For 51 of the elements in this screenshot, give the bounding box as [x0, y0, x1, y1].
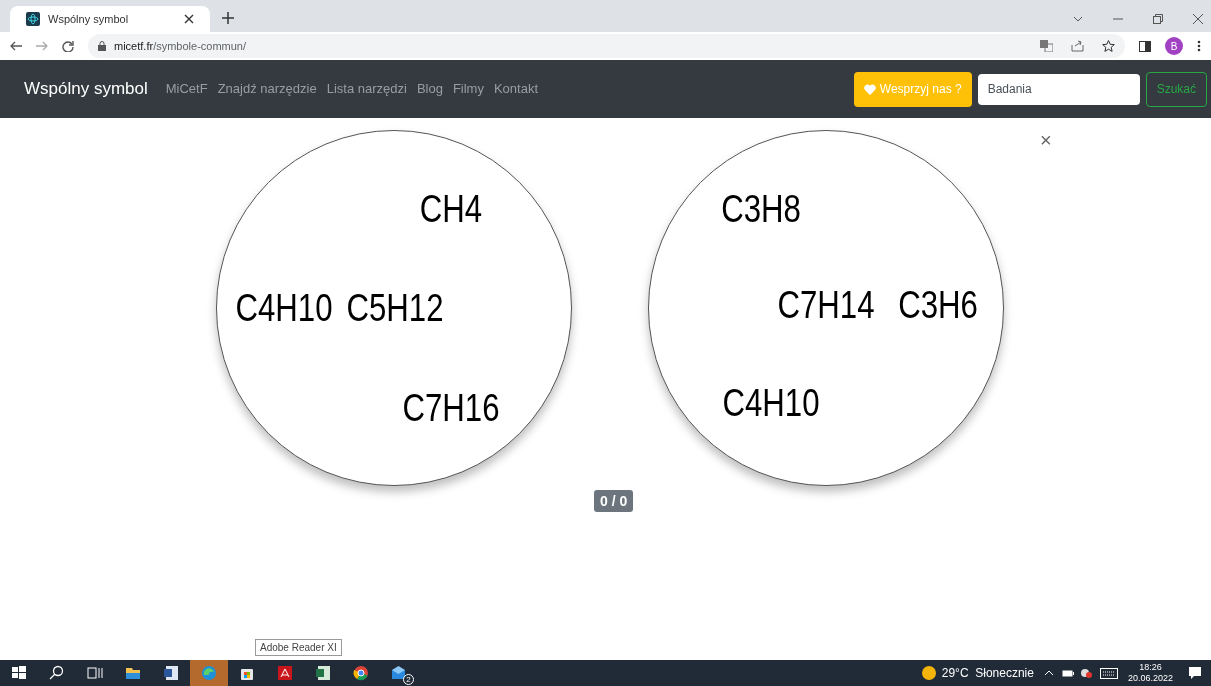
search-field[interactable]: Badania [977, 73, 1140, 105]
close-icon[interactable] [184, 14, 194, 24]
keyboard-icon[interactable] [1099, 667, 1118, 679]
back-arrow-icon[interactable] [10, 41, 22, 51]
chevron-up-icon[interactable] [1043, 670, 1054, 676]
symbol-text[interactable]: C3H8 [721, 189, 801, 229]
notification-icon[interactable] [1189, 667, 1201, 679]
url-text: micetf.fr/symbole-commun/ [114, 38, 247, 54]
battery-icon[interactable] [1061, 669, 1074, 677]
address-bar[interactable]: micetf.fr/symbole-commun/ [88, 34, 1125, 58]
sun-icon[interactable] [921, 666, 936, 680]
site-brand[interactable]: Wspólny symbol [24, 76, 148, 102]
lock-icon [98, 41, 106, 51]
browser-tab[interactable]: Wspólny symbol [10, 6, 210, 32]
close-icon[interactable] [1193, 14, 1203, 24]
symbol-text[interactable]: C4H10 [235, 288, 333, 328]
close-button[interactable]: × [1040, 130, 1052, 150]
network-icon[interactable] [1079, 668, 1092, 678]
chevron-down-icon[interactable] [1073, 16, 1083, 22]
symbol-text[interactable]: C7H16 [402, 388, 500, 428]
symbol-text[interactable]: C7H14 [777, 285, 875, 325]
nav-link[interactable]: Lista narzędzi [326, 79, 407, 99]
heart-icon [863, 83, 876, 95]
restore-icon[interactable] [1153, 14, 1163, 24]
clock-date[interactable]: 20.06.2022 [1127, 673, 1173, 684]
tooltip: Adobe Reader XI [255, 639, 342, 656]
nav-link[interactable]: Filmy [452, 79, 484, 99]
symbol-text[interactable]: CH4 [419, 189, 483, 229]
reload-icon[interactable] [62, 40, 74, 52]
share-icon[interactable] [1071, 40, 1084, 52]
more-icon[interactable] [1197, 40, 1201, 52]
translate-icon[interactable] [1040, 40, 1053, 52]
atom-icon [26, 12, 40, 26]
nav-link[interactable]: MiCetF [165, 79, 208, 99]
score-counter: 0 / 0 [594, 490, 634, 512]
tab-title: Wspólny symbol [48, 11, 130, 27]
star-icon[interactable] [1102, 40, 1115, 52]
side-panel-icon[interactable] [1139, 40, 1151, 52]
nav-link[interactable]: Blog [416, 79, 443, 99]
symbol-text[interactable]: C3H6 [898, 285, 978, 325]
weather-text[interactable]: 29°C Słonecznie [941, 664, 1034, 682]
symbol-text[interactable]: C4H10 [722, 383, 820, 423]
nav-link[interactable]: Kontakt [493, 79, 539, 99]
notification-badge: 2 [403, 674, 414, 685]
search-button[interactable]: Szukać [1145, 71, 1207, 107]
clock-time[interactable]: 18:26 [1139, 662, 1162, 673]
mail-icon[interactable] [391, 665, 407, 681]
plus-icon[interactable] [222, 12, 234, 24]
profile-avatar[interactable]: B [1165, 37, 1183, 55]
symbol-text[interactable]: C5H12 [346, 288, 444, 328]
nav-link[interactable]: Znajdź narzędzie [217, 79, 317, 99]
